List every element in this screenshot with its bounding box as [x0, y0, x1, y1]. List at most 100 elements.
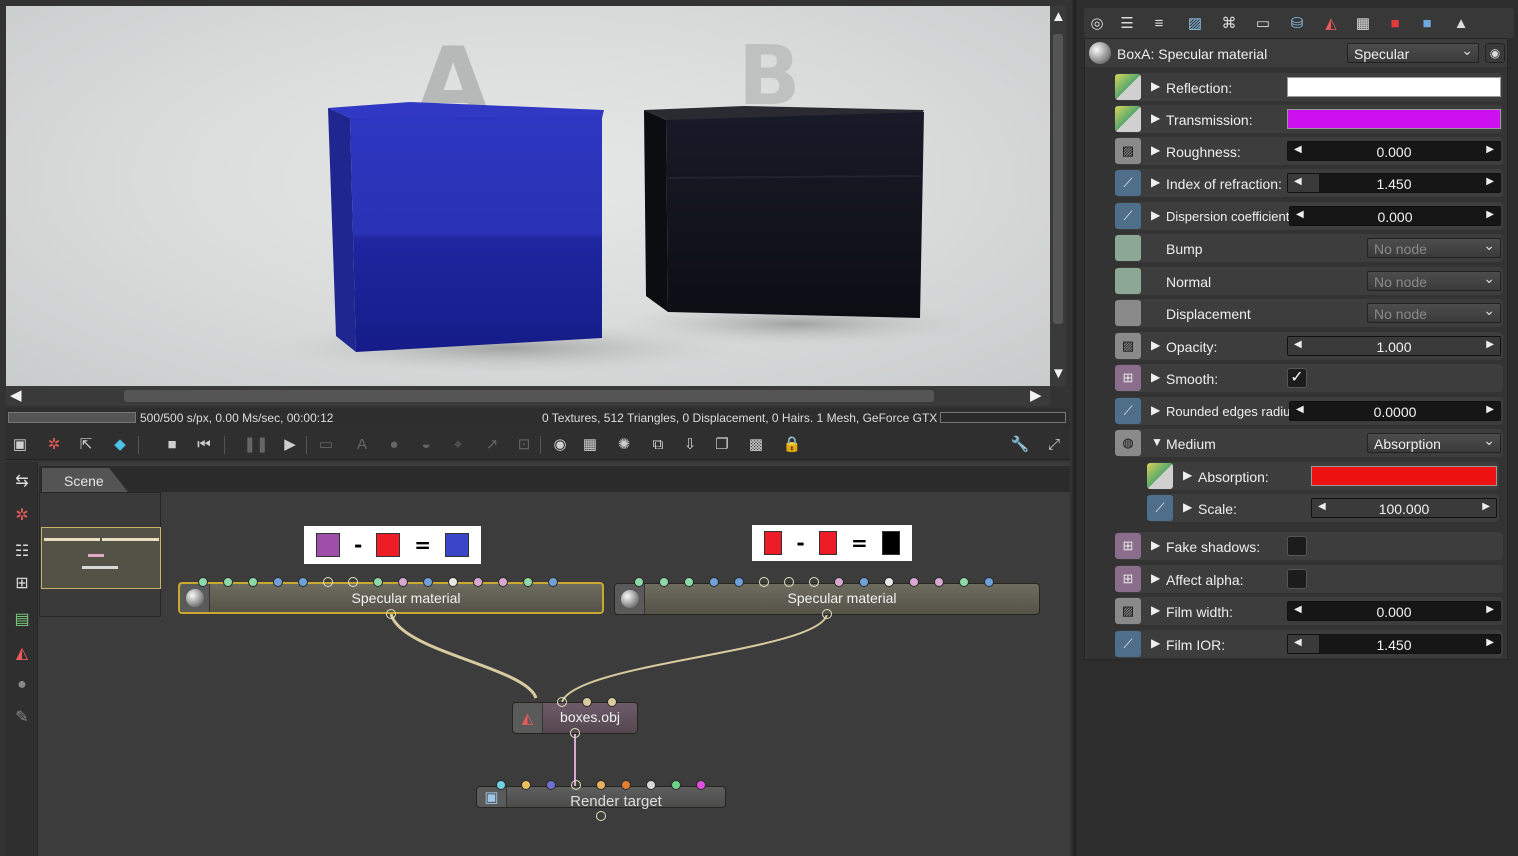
- camera-icon[interactable]: ◎: [1086, 12, 1108, 34]
- pause-icon[interactable]: ❚❚: [243, 434, 268, 454]
- material-picker-icon[interactable]: ◒: [416, 434, 436, 454]
- vertical-scroll-thumb[interactable]: [1053, 34, 1063, 324]
- region-render-icon[interactable]: ◉: [550, 434, 570, 454]
- input-pin[interactable]: [582, 697, 592, 707]
- curve-icon[interactable]: ⟋: [1115, 170, 1141, 196]
- crop-icon[interactable]: ⊡: [514, 434, 534, 454]
- output-pin[interactable]: [596, 811, 606, 821]
- play-icon[interactable]: ▶: [280, 434, 300, 454]
- input-pin[interactable]: [473, 577, 483, 587]
- bump-node-dropdown[interactable]: No node: [1367, 237, 1501, 258]
- input-pin[interactable]: [496, 780, 506, 790]
- lock-icon[interactable]: 🔒: [782, 434, 802, 454]
- input-pin[interactable]: [498, 577, 508, 587]
- focus-picker-icon[interactable]: ⌖: [448, 434, 468, 454]
- render-viewport[interactable]: A B: [6, 6, 1050, 386]
- input-pin[interactable]: [571, 780, 581, 790]
- curve-icon[interactable]: ⟋: [1147, 495, 1173, 521]
- expand-arrow-icon[interactable]: ▶: [1183, 500, 1192, 514]
- input-pin[interactable]: [984, 577, 994, 587]
- expand-arrow-icon[interactable]: ▶: [1151, 208, 1160, 222]
- expand-arrow-icon[interactable]: ▶: [1151, 636, 1160, 650]
- clear-icon[interactable]: ✲: [44, 434, 64, 454]
- medium-node-icon[interactable]: ◍: [1115, 430, 1141, 456]
- normal-node-dropdown[interactable]: No node: [1367, 270, 1501, 291]
- displacement-node-icon[interactable]: [1115, 300, 1141, 326]
- autofocus-icon[interactable]: A: [352, 434, 372, 454]
- output-pin[interactable]: [386, 609, 396, 619]
- visibility-eye-icon[interactable]: ◉: [1485, 43, 1505, 63]
- input-pin[interactable]: [323, 577, 333, 587]
- fake-shadows-checkbox[interactable]: [1287, 536, 1307, 556]
- color-picker-icon[interactable]: ●: [384, 434, 404, 454]
- input-pin[interactable]: [298, 577, 308, 587]
- input-pin[interactable]: [934, 577, 944, 587]
- material-type-dropdown[interactable]: Specular: [1347, 42, 1479, 63]
- input-pin[interactable]: [634, 577, 644, 587]
- dispersion-slider[interactable]: ◀ ▶ 0.000: [1289, 206, 1501, 226]
- node-graph-editor[interactable]: ⇆ ✲ ☷ ⊞ ▤ ◭ ● ✎ Scene - = - = Specular m…: [6, 462, 1070, 856]
- normal-node-icon[interactable]: [1115, 268, 1141, 294]
- input-pin[interactable]: [198, 577, 208, 587]
- texture-icon[interactable]: [1115, 74, 1141, 100]
- texture-icon[interactable]: ▨: [1115, 333, 1141, 359]
- scroll-right-icon[interactable]: ▶: [1030, 388, 1042, 404]
- output-pin[interactable]: [822, 609, 832, 619]
- monitor-icon[interactable]: ▭: [316, 434, 336, 454]
- image-icon[interactable]: ▨: [1184, 12, 1206, 34]
- expand-arrow-icon[interactable]: ▶: [1151, 370, 1160, 384]
- database-icon[interactable]: ⛁: [1286, 12, 1308, 34]
- input-pin[interactable]: [884, 577, 894, 587]
- scroll-up-icon[interactable]: ▲: [1051, 9, 1066, 25]
- input-pin[interactable]: [734, 577, 744, 587]
- layers-icon[interactable]: ❐: [712, 434, 732, 454]
- outliner-icon[interactable]: ☰: [1116, 12, 1138, 34]
- horizontal-scroll-thumb[interactable]: [124, 390, 934, 402]
- bump-node-icon[interactable]: [1115, 235, 1141, 261]
- curve-icon[interactable]: ⟋: [1115, 398, 1141, 424]
- texture-icon[interactable]: ▨: [1115, 138, 1141, 164]
- scale-slider[interactable]: ◀ ▶ 100.000: [1311, 498, 1497, 518]
- export-icon[interactable]: ⇩: [680, 434, 700, 454]
- input-pin[interactable]: [784, 577, 794, 587]
- input-pin[interactable]: [557, 697, 567, 707]
- input-pin[interactable]: [709, 577, 719, 587]
- film-width-slider[interactable]: ◀ ▶ 0.000: [1287, 601, 1501, 621]
- toggle-icon[interactable]: ⊞: [1115, 533, 1141, 559]
- input-pin[interactable]: [621, 780, 631, 790]
- viewport-horizontal-scrollbar[interactable]: ◀ ▶: [6, 386, 1050, 406]
- expand-arrow-icon[interactable]: ▶: [1151, 403, 1160, 417]
- copy-icon[interactable]: ⧉: [648, 434, 668, 454]
- input-pin[interactable]: [548, 577, 558, 587]
- reflection-color-swatch[interactable]: [1287, 77, 1501, 97]
- fullscreen-icon[interactable]: ⤢: [1044, 434, 1064, 454]
- medium-type-dropdown[interactable]: Absorption: [1367, 432, 1501, 453]
- ior-slider[interactable]: ◀ ▶ 1.450: [1287, 173, 1501, 193]
- loading-icon[interactable]: ✺: [614, 434, 634, 454]
- film-region-icon[interactable]: ▦: [580, 434, 600, 454]
- shapes-icon[interactable]: ◭: [1320, 12, 1342, 34]
- expand-arrow-icon[interactable]: ▶: [1151, 338, 1160, 352]
- expand-arrow-icon[interactable]: ▶: [1151, 571, 1160, 585]
- input-pin[interactable]: [834, 577, 844, 587]
- input-pin[interactable]: [959, 577, 969, 587]
- texture-icon[interactable]: [1115, 106, 1141, 132]
- input-pin[interactable]: [398, 577, 408, 587]
- input-pin[interactable]: [696, 780, 706, 790]
- toggle-icon[interactable]: ⊞: [1115, 365, 1141, 391]
- material-cube-icon[interactable]: ■: [1384, 12, 1406, 34]
- input-pin[interactable]: [684, 577, 694, 587]
- roughness-slider[interactable]: ◀ ▶ 0.000: [1287, 141, 1501, 161]
- fit-icon[interactable]: ⇱: [76, 434, 96, 454]
- input-pin[interactable]: [596, 780, 606, 790]
- input-pin[interactable]: [448, 577, 458, 587]
- toggle-icon[interactable]: ⊞: [1115, 566, 1141, 592]
- stop-icon[interactable]: ■: [162, 434, 182, 454]
- input-pin[interactable]: [373, 577, 383, 587]
- expand-arrow-icon[interactable]: ▶: [1151, 143, 1160, 157]
- input-pin[interactable]: [223, 577, 233, 587]
- input-pin[interactable]: [248, 577, 258, 587]
- input-pin[interactable]: [423, 577, 433, 587]
- affect-alpha-checkbox[interactable]: [1287, 569, 1307, 589]
- curve-icon[interactable]: ⟋: [1115, 203, 1141, 229]
